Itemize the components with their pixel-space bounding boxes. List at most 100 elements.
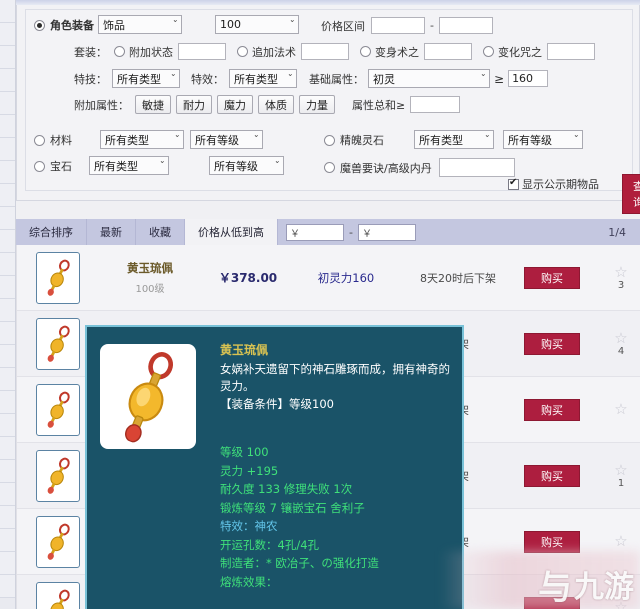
favorite-cell[interactable]: ☆ 1 <box>600 462 640 489</box>
attr-button-strength[interactable]: 力量 <box>299 95 335 114</box>
effect-select[interactable]: 所有类型 ˅ <box>229 69 297 88</box>
radio-equipment[interactable] <box>34 19 45 31</box>
radio-curse[interactable] <box>483 46 494 57</box>
suit-spell-input[interactable] <box>301 43 349 60</box>
material-type-select[interactable]: 所有类型 ˅ <box>100 130 184 149</box>
buy-button[interactable]: 购买 <box>524 266 580 289</box>
base-attr-label: 基础属性： <box>309 72 364 86</box>
tooltip-item-icon <box>100 344 196 449</box>
material-level-select[interactable]: 所有等级 ˅ <box>190 130 263 149</box>
attr-sum-label: 属性总和≥ <box>352 98 406 112</box>
equip-type-select-value: 饰品 <box>103 18 125 32</box>
show-public-row[interactable]: 显示公示期物品 <box>508 176 599 192</box>
sort-tab-favorites[interactable]: 收藏 <box>136 219 185 245</box>
sort-tab-newest[interactable]: 最新 <box>87 219 136 245</box>
rail-cell <box>0 115 15 138</box>
item-thumbnail[interactable] <box>36 383 80 436</box>
table-row[interactable]: 黄玉琉佩 100级 ￥378.00 初灵力160 8天20时后下架 购买 ☆ 3 <box>17 245 640 311</box>
item-thumbnail[interactable] <box>36 449 80 502</box>
radio-suit-spell[interactable] <box>237 46 248 57</box>
spirit-stone-type-select[interactable]: 所有类型 ˅ <box>414 130 494 149</box>
category-row-spirit-stone[interactable]: 精魄灵石 <box>324 132 384 148</box>
radio-gem[interactable] <box>34 160 45 172</box>
suit-state-input[interactable] <box>178 43 226 60</box>
radio-transform[interactable] <box>360 46 371 57</box>
sortbar-price-dash: - <box>349 225 353 239</box>
rail-cell <box>0 299 15 322</box>
radio-suit-state[interactable] <box>114 46 125 57</box>
star-icon[interactable]: ☆ <box>614 462 627 477</box>
favorite-cell[interactable]: ☆ <box>600 534 640 549</box>
beast-input[interactable] <box>438 158 515 177</box>
skill-select[interactable]: 所有类型 ˅ <box>112 69 180 88</box>
buy-button[interactable]: 购买 <box>524 530 580 553</box>
favorite-cell[interactable]: ☆ 4 <box>600 330 640 357</box>
sortbar-price-range: ￥ - ￥ <box>286 223 416 241</box>
item-thumbnail[interactable] <box>36 515 80 568</box>
sort-tab-comprehensive[interactable]: 综合排序 <box>16 219 87 245</box>
favorite-count: 1 <box>617 477 625 489</box>
tooltip-description: 女娲补天遗留下的神石雕琢而成，拥有神奇的灵力。 <box>220 362 450 393</box>
attr-sum-input[interactable] <box>410 96 461 113</box>
buy-button[interactable]: 购买 <box>524 464 580 487</box>
item-thumbnail[interactable] <box>36 581 80 609</box>
transform-label: 变身术之 <box>375 45 419 59</box>
category-row-material[interactable]: 材料 <box>34 132 72 148</box>
buy-button[interactable]: 购买 <box>524 398 580 421</box>
sortbar-price-max-input[interactable]: ￥ <box>357 223 416 241</box>
material-type-select-value: 所有类型 <box>105 133 149 147</box>
gem-level-select[interactable]: 所有等级 ˅ <box>209 156 284 175</box>
attr-button-endurance[interactable]: 耐力 <box>176 95 212 114</box>
query-button[interactable]: 查询 <box>622 174 640 214</box>
attr-button-agility[interactable]: 敏捷 <box>135 95 171 114</box>
star-icon[interactable]: ☆ <box>614 264 627 279</box>
buy-button[interactable]: 购买 <box>524 332 580 355</box>
star-icon[interactable]: ☆ <box>614 330 627 345</box>
curse-input[interactable] <box>547 43 595 60</box>
star-icon[interactable]: ☆ <box>614 534 627 549</box>
tooltip-stat-sockets: 开运孔数：4孔/4孔 <box>220 537 320 552</box>
attr-button-constitution[interactable]: 体质 <box>258 95 294 114</box>
show-public-checkbox[interactable] <box>508 177 519 190</box>
rail-cell <box>0 69 15 92</box>
skill-select-value: 所有类型 <box>117 72 161 86</box>
rail-cell <box>0 276 15 299</box>
rail-cell <box>0 552 15 575</box>
sortbar-price-min-input[interactable]: ￥ <box>286 223 344 241</box>
gem-type-select[interactable]: 所有类型 ˅ <box>89 156 169 175</box>
spirit-stone-level-select[interactable]: 所有等级 ˅ <box>503 130 583 149</box>
item-thumbnail[interactable] <box>36 317 80 370</box>
base-attr-select[interactable]: 初灵 ˅ <box>368 69 490 88</box>
price-min-input[interactable] <box>371 17 425 34</box>
star-icon[interactable]: ☆ <box>614 402 627 417</box>
suit-state-label: 附加状态 <box>129 45 173 59</box>
left-rail <box>0 0 16 609</box>
effect-label: 特效： <box>191 72 224 86</box>
equip-level-select[interactable]: 100 ˅ <box>215 15 299 34</box>
category-row-equipment[interactable]: 角色装备 <box>34 17 94 33</box>
transform-input[interactable] <box>424 43 472 60</box>
item-expiry: 8天20时后下架 <box>420 271 496 285</box>
watermark-text: 九游 <box>574 570 634 605</box>
radio-spirit-stone[interactable] <box>324 134 335 146</box>
add-attr-label: 附加属性： <box>74 98 129 112</box>
sort-tab-price-asc[interactable]: 价格从低到高 <box>185 219 278 245</box>
price-range-group: 价格区间 - <box>321 17 493 34</box>
rail-cell <box>0 483 15 506</box>
category-row-gem[interactable]: 宝石 <box>34 158 72 174</box>
base-attr-value-input[interactable]: 160 <box>508 70 549 87</box>
pendant-icon <box>47 523 70 560</box>
radio-beast[interactable] <box>324 162 335 173</box>
chevron-down-icon: ˅ <box>286 73 293 84</box>
rail-cell <box>0 207 15 230</box>
sort-bar: 综合排序 最新 收藏 价格从低到高 ￥ - ￥ 1/4 <box>16 219 640 245</box>
radio-material[interactable] <box>34 134 45 146</box>
equip-type-select[interactable]: 饰品 ˅ <box>98 15 182 34</box>
price-max-input[interactable] <box>438 17 493 34</box>
category-row-beast[interactable]: 魔兽要诀/高级内丹 <box>324 158 515 177</box>
favorite-cell[interactable]: ☆ 3 <box>600 264 640 291</box>
favorite-cell[interactable]: ☆ <box>600 402 640 417</box>
item-thumbnail[interactable] <box>36 251 80 304</box>
rail-cell <box>0 391 15 414</box>
attr-button-magic[interactable]: 魔力 <box>217 95 253 114</box>
